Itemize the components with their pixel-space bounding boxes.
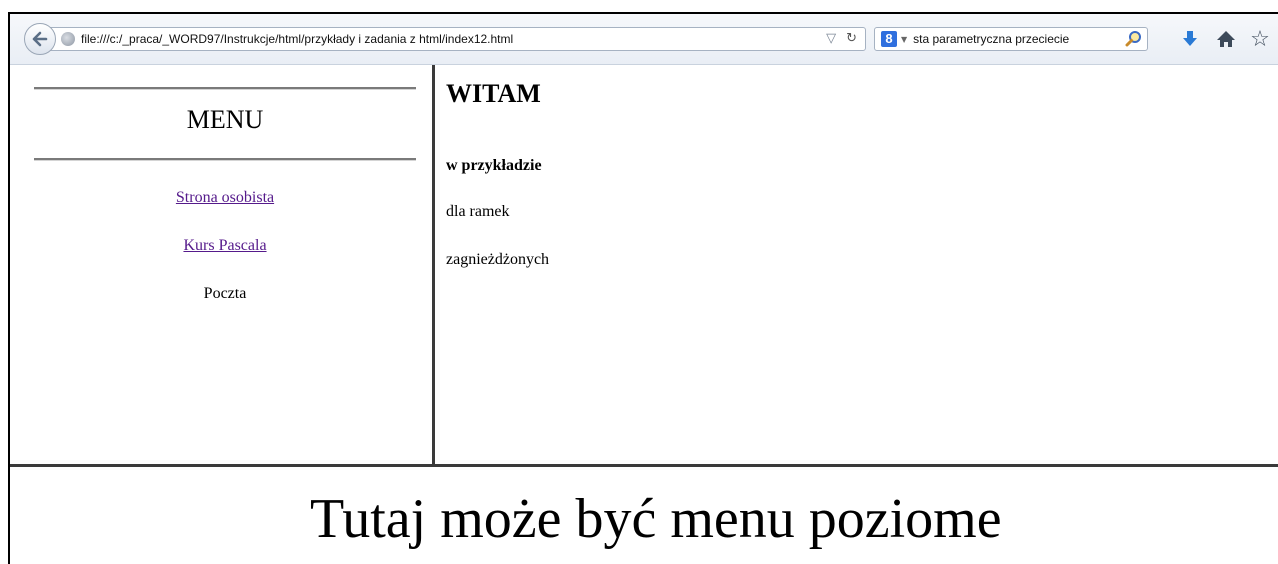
nav-item-kurs-pascala: Kurs Pascala [10,237,440,255]
bottom-frame: Tutaj może być menu poziome [10,467,1278,564]
dropdown-triangle-icon[interactable]: ▽ [826,31,836,46]
nav-item-strona-osobista: Strona osobista [10,189,440,207]
screenshot-frame: file:///c:/_praca/_WORD97/Instrukcje/htm… [8,12,1278,564]
main-heading: WITAM [446,79,541,108]
bottom-rule [34,158,416,161]
bookmark-star-icon[interactable]: ☆ [1248,27,1272,52]
back-arrow-icon [32,31,48,47]
top-rule [34,87,416,90]
browser-toolbar: file:///c:/_praca/_WORD97/Instrukcje/htm… [10,14,1278,65]
menu-frame: MENU Strona osobista Kurs Pascala Poczta [10,65,432,464]
nav-item-poczta: Poczta [203,285,247,302]
google-icon[interactable]: 8 [881,31,897,47]
address-bar[interactable]: file:///c:/_praca/_WORD97/Instrukcje/htm… [46,27,866,51]
globe-icon [61,32,75,46]
frame-divider-vertical[interactable] [432,65,435,465]
bold-text: w przykładzie [446,157,542,174]
link-kurs-pascala[interactable]: Kurs Pascala [183,237,266,254]
link-strona-osobista[interactable]: Strona osobista [176,189,274,206]
search-input[interactable]: sta parametryczna przeciecie [913,32,1103,46]
url-text[interactable]: file:///c:/_praca/_WORD97/Instrukcje/htm… [81,32,513,46]
download-icon[interactable] [1178,27,1202,51]
back-button[interactable] [24,23,56,55]
main-frame: WITAM w przykładzie dla ramek zagnieżdżo… [446,65,1266,464]
home-icon[interactable] [1214,27,1238,51]
reload-icon[interactable]: ↻ [846,31,857,46]
text-line-2: zagnieżdżonych [446,251,550,268]
page-content: MENU Strona osobista Kurs Pascala Poczta… [10,65,1278,564]
horizontal-menu-placeholder: Tutaj może być menu poziome [310,488,1002,550]
search-engine-dropdown-icon[interactable]: ▼ [901,35,907,44]
url-bar-icons: ▽ ↻ [826,31,857,46]
magnifier-icon[interactable] [1125,30,1143,48]
text-line-1: dla ramek [446,203,510,220]
search-bar[interactable]: 8 ▼ sta parametryczna przeciecie [874,27,1148,51]
menu-title: MENU [186,105,264,134]
